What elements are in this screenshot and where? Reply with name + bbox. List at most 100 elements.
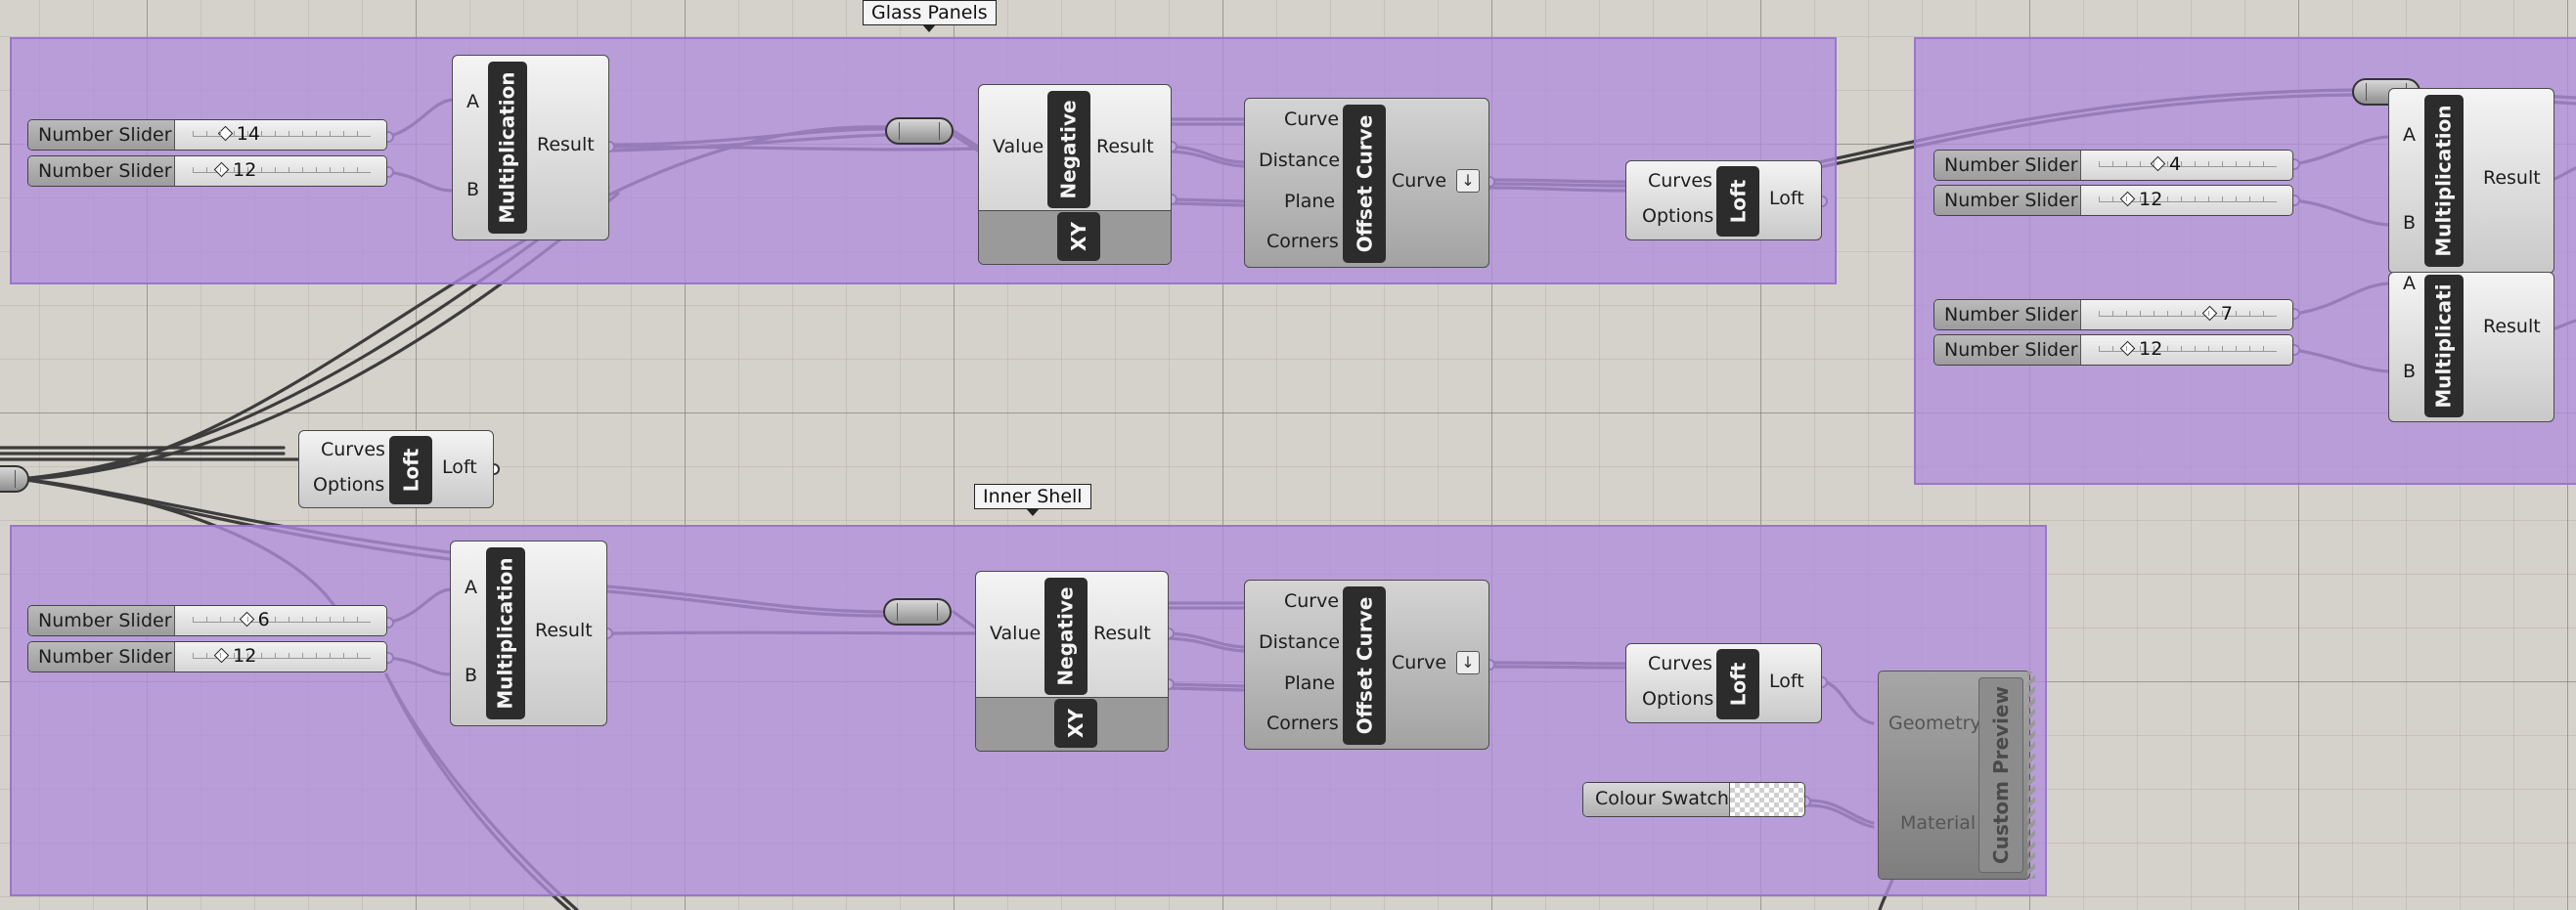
slider-knob[interactable] <box>2119 191 2136 207</box>
slider-track[interactable]: 12 <box>2081 186 2292 215</box>
slider-value: 12 <box>233 159 257 181</box>
slider-value: 14 <box>236 123 260 145</box>
negative-component-is[interactable]: Value Negative Result XY <box>975 571 1169 752</box>
multiplication-component-gp[interactable]: A B Multiplication Result <box>452 55 609 240</box>
component-title: Loft <box>1716 166 1759 237</box>
component-title: Negative <box>1044 578 1088 695</box>
swatch-colour[interactable] <box>1730 783 1804 816</box>
input-a-label: A <box>465 577 477 598</box>
slider-knob[interactable] <box>213 161 230 178</box>
number-slider-gp1[interactable]: Number Slider 14 <box>27 119 387 151</box>
slider-label: Number Slider <box>1934 335 2081 365</box>
number-slider-is2[interactable]: Number Slider 12 <box>27 641 387 672</box>
slider-track[interactable]: 4 <box>2081 151 2292 180</box>
multiplication-component-r2[interactable]: A B Multiplicati Result <box>2388 272 2554 422</box>
slider-track[interactable]: 12 <box>2081 335 2292 365</box>
input-curve-label: Curve <box>1284 590 1340 612</box>
input-plane-label: Plane <box>1284 191 1336 212</box>
component-title: Multiplication <box>486 547 525 719</box>
output-result-label: Result <box>2483 167 2541 189</box>
slider-knob[interactable] <box>2150 155 2166 172</box>
slider-label: Number Slider <box>1934 186 2081 215</box>
slider-value: 6 <box>257 609 270 630</box>
slider-track[interactable]: 6 <box>175 606 386 635</box>
input-options-label: Options <box>313 474 385 496</box>
input-options-label: Options <box>1642 205 1714 227</box>
input-distance-label: Distance <box>1259 150 1341 171</box>
group-title-inner-shell[interactable]: Inner Shell <box>974 484 1091 516</box>
relay[interactable] <box>0 465 29 493</box>
output-loft-label: Loft <box>1769 188 1804 209</box>
slider-knob[interactable] <box>213 647 230 664</box>
input-distance-label: Distance <box>1259 631 1341 653</box>
slider-knob[interactable] <box>239 611 254 628</box>
input-value-label: Value <box>993 136 1044 157</box>
slider-value: 7 <box>2220 303 2233 325</box>
offset-curve-component-gp[interactable]: Curve Distance Plane Corners Offset Curv… <box>1244 98 1489 268</box>
output-result-label: Result <box>537 134 595 155</box>
input-a-label: A <box>2403 124 2416 146</box>
slider-value: 4 <box>2169 153 2182 175</box>
input-value-label: Value <box>990 623 1042 644</box>
arrow-down-icon[interactable]: ↓ <box>1456 169 1480 193</box>
slider-label: Number Slider <box>28 606 175 635</box>
number-slider-r1[interactable]: Number Slider 4 <box>1933 150 2293 181</box>
negative-component-gp[interactable]: Value Negative Result XY <box>978 84 1172 265</box>
slider-label: Number Slider <box>28 120 175 150</box>
xy-label: XY <box>1054 699 1097 748</box>
custom-preview-component[interactable]: Geometry Material Custom Preview <box>1878 671 2035 880</box>
relay[interactable] <box>885 117 954 145</box>
input-curves-label: Curves <box>1648 170 1712 192</box>
input-curves-label: Curves <box>321 439 385 460</box>
slider-knob[interactable] <box>217 125 234 142</box>
number-slider-is1[interactable]: Number Slider 6 <box>27 605 387 636</box>
swatch-label: Colour Swatch <box>1583 783 1730 816</box>
output-loft-label: Loft <box>1769 671 1804 692</box>
slider-track[interactable]: 12 <box>175 642 386 672</box>
multiplication-component-r1[interactable]: A B Multiplication Result <box>2388 88 2554 274</box>
input-material-label: Material <box>1900 812 1976 834</box>
slider-track[interactable]: 14 <box>175 120 386 150</box>
input-b-label: B <box>2403 212 2417 234</box>
offset-curve-component-is[interactable]: Curve Distance Plane Corners Offset Curv… <box>1244 580 1489 750</box>
number-slider-gp2[interactable]: Number Slider 12 <box>27 155 387 187</box>
arrow-down-icon[interactable]: ↓ <box>1456 651 1480 674</box>
loft-component-gp[interactable]: Curves Options Loft Loft <box>1625 160 1822 240</box>
input-a-label: A <box>2403 273 2416 294</box>
input-curves-label: Curves <box>1648 653 1712 674</box>
multiplication-component-is[interactable]: A B Multiplication Result <box>450 541 607 726</box>
output-curve-label: Curve <box>1392 652 1447 673</box>
component-title: Multiplicati <box>2424 275 2464 417</box>
output-result-label: Result <box>535 620 593 641</box>
slider-knob[interactable] <box>2119 340 2136 357</box>
number-slider-r3[interactable]: Number Slider 7 <box>1933 299 2293 330</box>
slider-track[interactable]: 12 <box>175 156 386 186</box>
input-b-label: B <box>465 665 478 686</box>
input-corners-label: Corners <box>1266 231 1339 252</box>
xy-label: XY <box>1057 212 1100 261</box>
slider-label: Number Slider <box>28 642 175 672</box>
grasshopper-canvas[interactable]: Glass Panels Inner Shell Number Slider 1… <box>0 0 2576 910</box>
component-title: Loft <box>1716 649 1759 719</box>
number-slider-r2[interactable]: Number Slider 12 <box>1933 185 2293 216</box>
relay[interactable] <box>883 598 952 626</box>
component-title: Custom Preview <box>1978 677 2023 873</box>
component-title: Offset Curve <box>1343 105 1386 263</box>
slider-label: Number Slider <box>28 156 175 186</box>
component-title: Multiplication <box>2424 95 2464 267</box>
number-slider-r4[interactable]: Number Slider 12 <box>1933 334 2293 366</box>
input-a-label: A <box>466 91 479 112</box>
output-result-label: Result <box>1093 623 1151 644</box>
slider-value: 12 <box>2139 338 2163 360</box>
output-curve-label: Curve <box>1392 170 1447 192</box>
slider-track[interactable]: 7 <box>2081 300 2292 329</box>
loft-component-is[interactable]: Curves Options Loft Loft <box>1625 643 1822 723</box>
output-result-label: Result <box>1096 136 1154 157</box>
output-loft-label: Loft <box>442 456 477 478</box>
slider-label: Number Slider <box>1934 151 2081 180</box>
colour-swatch[interactable]: Colour Swatch <box>1582 782 1805 817</box>
group-title-glass-panels[interactable]: Glass Panels <box>863 0 997 32</box>
slider-knob[interactable] <box>2201 305 2218 322</box>
loft-component-mid[interactable]: Curves Options Loft Loft <box>298 430 494 508</box>
component-title: Loft <box>389 436 432 504</box>
